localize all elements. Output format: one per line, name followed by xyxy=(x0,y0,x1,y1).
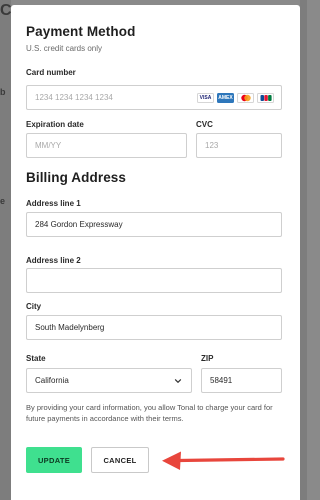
state-value: California xyxy=(35,376,69,385)
address-line1-value: 284 Gordon Expressway xyxy=(35,220,123,229)
chevron-down-icon xyxy=(174,379,182,383)
state-select[interactable]: California xyxy=(26,368,192,393)
background-text-fragment: b xyxy=(0,87,6,97)
expiration-date-placeholder: MM/YY xyxy=(35,141,62,150)
background-page-right xyxy=(300,0,307,500)
authorization-disclaimer: By providing your card information, you … xyxy=(26,403,273,423)
expiration-date-label: Expiration date xyxy=(26,120,84,129)
address-line2-field[interactable] xyxy=(26,268,282,293)
update-button[interactable]: UPDATE xyxy=(26,447,82,473)
zip-value: 58491 xyxy=(210,376,233,385)
visa-icon: VISA xyxy=(197,93,214,103)
card-brand-icons: VISA AMEX xyxy=(197,93,274,103)
card-number-placeholder: 1234 1234 1234 1234 xyxy=(35,93,113,102)
address-line1-label: Address line 1 xyxy=(26,199,81,208)
card-number-label: Card number xyxy=(26,68,76,77)
zip-label: ZIP xyxy=(201,354,214,363)
state-label: State xyxy=(26,354,46,363)
cvc-field[interactable]: 123 xyxy=(196,133,282,158)
city-label: City xyxy=(26,302,42,311)
arrow-annotation-icon xyxy=(162,451,285,470)
cvc-placeholder: 123 xyxy=(205,141,219,150)
mastercard-icon xyxy=(237,93,254,103)
background-text-fragment: e xyxy=(0,196,6,206)
payment-method-subtitle: U.S. credit cards only xyxy=(26,44,103,53)
cancel-button[interactable]: CANCEL xyxy=(91,447,149,473)
jcb-icon xyxy=(257,93,274,103)
payment-method-title: Payment Method xyxy=(26,24,136,39)
cvc-label: CVC xyxy=(196,120,213,129)
address-line2-label: Address line 2 xyxy=(26,256,81,265)
billing-address-title: Billing Address xyxy=(26,170,127,185)
address-line1-field[interactable]: 284 Gordon Expressway xyxy=(26,212,282,237)
card-number-field[interactable]: 1234 1234 1234 1234 VISA AMEX xyxy=(26,85,282,110)
city-field[interactable]: South Madelynberg xyxy=(26,315,282,340)
background-page-left: C b e xyxy=(0,0,12,500)
expiration-date-field[interactable]: MM/YY xyxy=(26,133,187,158)
zip-field[interactable]: 58491 xyxy=(201,368,282,393)
city-value: South Madelynberg xyxy=(35,323,105,332)
amex-icon: AMEX xyxy=(217,93,234,103)
background-text-fragment: C xyxy=(0,2,12,19)
payment-modal: Payment Method U.S. credit cards only Ca… xyxy=(11,5,300,500)
